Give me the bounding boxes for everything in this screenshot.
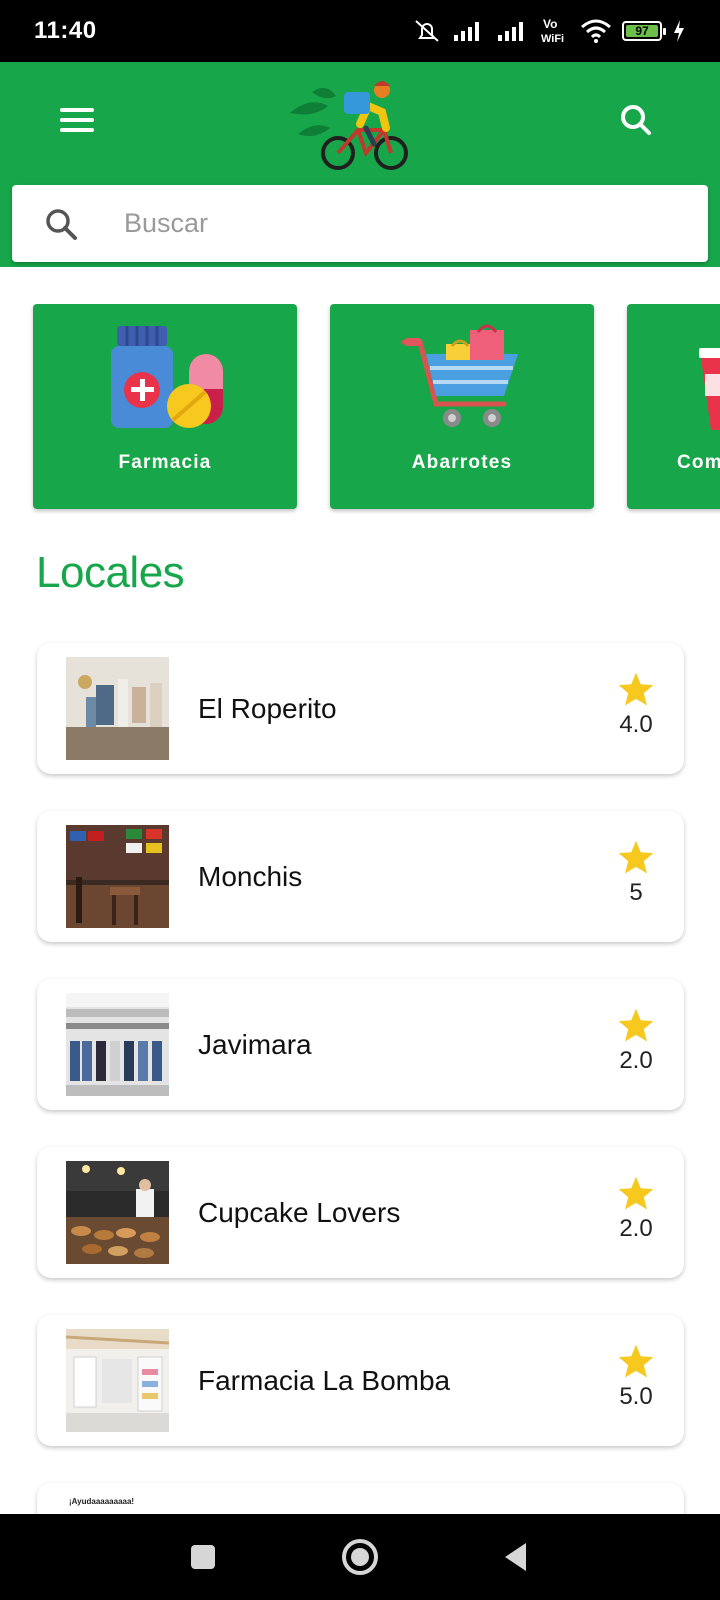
signal-icon-2 (498, 22, 523, 41)
search-icon[interactable] (618, 102, 654, 138)
hamburger-menu-icon[interactable] (60, 102, 100, 142)
pharmacy-icon (111, 326, 223, 428)
store-card[interactable]: El Roperito 4.0 (37, 643, 684, 774)
muted-bell-icon (415, 20, 439, 42)
battery-icon: 97 (622, 21, 666, 41)
star-icon (618, 1176, 654, 1210)
signal-icon-1 (454, 22, 479, 41)
bicycle-courier-logo (290, 81, 408, 170)
vowifi-top-text: Vo (543, 17, 557, 31)
search-input[interactable] (122, 207, 646, 240)
store-name: El Roperito (198, 693, 337, 724)
status-time: 11:40 (34, 17, 97, 44)
store-thumbnail (66, 657, 169, 760)
store-rating: 2.0 (619, 1215, 653, 1242)
back-button-icon[interactable] (494, 1534, 540, 1580)
store-thumbnail (66, 1329, 169, 1432)
store-thumbnail (66, 1161, 169, 1264)
wifi-icon (581, 19, 611, 43)
store-card[interactable]: Monchis 5 (37, 811, 684, 942)
category-card-comida[interactable]: Com (627, 304, 720, 509)
store-thumbnail (66, 993, 169, 1096)
section-title: Locales (36, 548, 185, 597)
charging-bolt-icon (674, 20, 684, 42)
store-thumbnail-text: ¡Ayudaaaaaaaaa! (69, 1497, 135, 1506)
store-rating: 5 (629, 879, 643, 906)
star-icon (618, 840, 654, 874)
drink-cup-icon (699, 348, 720, 430)
star-icon (618, 1344, 654, 1378)
store-thumbnail (66, 825, 169, 928)
vowifi-bottom-text: WiFi (541, 33, 564, 45)
store-rating: 4.0 (619, 711, 653, 738)
category-label: Abarrotes (411, 452, 513, 473)
category-card-abarrotes[interactable]: Abarrotes (330, 304, 594, 509)
category-carousel[interactable]: Farmacia Abarrotes Com (0, 304, 720, 514)
search-bar[interactable] (12, 185, 708, 262)
system-nav-bar (0, 1514, 720, 1600)
app-bar (0, 62, 720, 267)
category-label: Com (677, 452, 720, 473)
home-button-icon[interactable] (337, 1534, 383, 1580)
store-rating: 2.0 (619, 1047, 653, 1074)
battery-percent: 97 (635, 24, 649, 38)
category-label: Farmacia (118, 452, 212, 473)
store-rating: 5.0 (619, 1383, 653, 1410)
store-name: Javimara (198, 1029, 312, 1060)
search-field-icon (46, 208, 77, 240)
recents-button-icon[interactable] (180, 1534, 226, 1580)
store-name: Monchis (198, 861, 303, 892)
store-name: Cupcake Lovers (198, 1197, 401, 1228)
vowifi-icon: Vo WiFi (541, 17, 564, 45)
status-bar: 11:40 Vo WiFi 97 (0, 0, 720, 62)
status-icons: Vo WiFi 97 (412, 16, 686, 46)
store-card[interactable]: Farmacia La Bomba 5.0 (37, 1315, 684, 1446)
shopping-cart-icon (401, 324, 518, 427)
category-card-farmacia[interactable]: Farmacia (33, 304, 297, 509)
star-icon (618, 672, 654, 706)
star-icon (618, 1008, 654, 1042)
store-name: Farmacia La Bomba (198, 1365, 451, 1396)
store-card[interactable]: Cupcake Lovers 2.0 (37, 1147, 684, 1278)
store-card[interactable]: Javimara 2.0 (37, 979, 684, 1110)
